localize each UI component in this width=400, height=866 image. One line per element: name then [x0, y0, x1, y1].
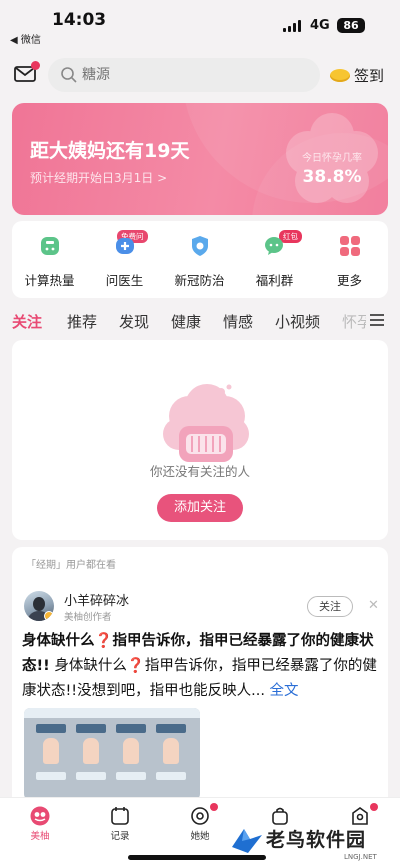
- shortcut-label: 计算热量: [24, 273, 75, 288]
- watermark-url: LNGJ.NET: [344, 853, 377, 861]
- network-type: 4G: [310, 18, 330, 33]
- signal-icon: [283, 20, 305, 32]
- tab-short-video[interactable]: 小视频: [275, 311, 320, 332]
- notification-dot: [370, 803, 378, 811]
- tab-home[interactable]: 美柚: [0, 798, 80, 866]
- verified-badge-icon: [44, 611, 54, 621]
- calendar-icon: [110, 806, 130, 826]
- shortcut-calorie[interactable]: 计算热量: [12, 221, 87, 298]
- feed-source-label: 「经期」用户都在看: [26, 560, 116, 571]
- author-name[interactable]: 小羊碎碎冰: [64, 590, 129, 609]
- add-follow-button[interactable]: 添加关注: [157, 494, 243, 522]
- pregnancy-chance-label: 今日怀孕几率: [302, 153, 362, 164]
- tab-recommend[interactable]: 推荐: [67, 311, 97, 332]
- pregnancy-chance-value: 38.8%: [302, 167, 362, 187]
- status-time: 14:03: [52, 10, 107, 30]
- tab-discover[interactable]: 发现: [119, 311, 149, 332]
- grid-icon: [339, 235, 361, 257]
- top-bar: 签到: [0, 54, 400, 96]
- back-to-app-link[interactable]: ◀ 微信: [10, 31, 41, 46]
- doctor-icon: [114, 235, 136, 257]
- image-header: [24, 708, 200, 718]
- shortcut-more[interactable]: 更多: [312, 221, 387, 298]
- shield-icon: [189, 235, 211, 257]
- tab-emotion[interactable]: 情感: [223, 311, 253, 332]
- empty-following-card: 你还没有关注的人 添加关注: [12, 340, 388, 540]
- tab-label: 她她: [190, 831, 210, 842]
- nail-panel: [36, 724, 66, 794]
- follow-button[interactable]: 关注: [307, 596, 353, 617]
- chat-icon: [264, 235, 286, 257]
- tab-pregnancy[interactable]: 怀孕: [342, 311, 366, 332]
- site-watermark: 老鸟软件园 LNGJ.NET: [230, 823, 400, 866]
- tab-label: 美柚: [30, 831, 50, 842]
- nail-panel: [116, 724, 146, 794]
- battery-level: 86: [337, 18, 365, 33]
- community-icon: [190, 806, 210, 826]
- shortcut-doctor[interactable]: 免费问 问医生: [87, 221, 162, 298]
- empty-message: 你还没有关注的人: [149, 464, 250, 479]
- read-full-link[interactable]: 全文: [265, 683, 299, 699]
- article-text[interactable]: 身体缺什么❓指甲告诉你，指甲已经暴露了你的健康状态!! 身体缺什么❓指甲告诉你，…: [22, 629, 380, 704]
- nail-panel: [76, 724, 106, 794]
- watermark-text: 老鸟软件园: [266, 829, 367, 851]
- feed-tabs: 关注 推荐 发现 健康 情感 小视频 怀孕: [0, 306, 400, 336]
- shortcut-label: 更多: [336, 273, 362, 288]
- search-box[interactable]: [48, 58, 320, 92]
- article-image[interactable]: [24, 708, 200, 797]
- status-bar: 14:03 ◀ 微信 4G 86: [0, 0, 400, 46]
- notification-dot: [210, 803, 218, 811]
- tab-health[interactable]: 健康: [171, 311, 201, 332]
- shortcut-welfare-group[interactable]: 红包 福利群: [237, 221, 312, 298]
- shortcut-row: 计算热量 免费问 问医生 新冠防治 红包 福利群 更多: [12, 221, 388, 298]
- tab-label: 记录: [110, 831, 130, 842]
- meiyou-logo-icon: [30, 806, 50, 826]
- pregnancy-chance-badge[interactable]: 今日怀孕几率 38.8%: [285, 113, 379, 207]
- tab-follow[interactable]: 关注: [12, 311, 42, 332]
- calculator-icon: [39, 235, 61, 257]
- shortcut-covid[interactable]: 新冠防治: [162, 221, 237, 298]
- search-icon: [60, 66, 78, 84]
- unread-dot: [31, 61, 40, 70]
- shortcut-label: 新冠防治: [174, 273, 225, 288]
- shortcut-label: 问医生: [105, 273, 144, 288]
- nail-panel: [156, 724, 186, 794]
- period-countdown-card[interactable]: 距大姨妈还有19天 预计经期开始日3月1日 > 今日怀孕几率 38.8%: [12, 103, 388, 215]
- article-body: 身体缺什么❓指甲告诉你，指甲已经暴露了你的健康状态!!没想到吧，指甲也能反映人.…: [22, 658, 377, 699]
- countdown-title: 距大姨妈还有19天: [30, 140, 190, 162]
- empty-box-illustration-icon: [159, 382, 253, 468]
- feed-card[interactable]: 「经期」用户都在看 小羊碎碎冰 美柚创作者 关注 ✕ 身体缺什么❓指甲告诉你，指…: [12, 547, 388, 797]
- avatar[interactable]: [24, 591, 54, 621]
- shortcut-label: 福利群: [255, 273, 294, 288]
- tab-menu-icon[interactable]: [370, 313, 384, 327]
- next-period-date[interactable]: 预计经期开始日3月1日 >: [30, 169, 167, 186]
- mail-icon[interactable]: [14, 61, 40, 82]
- coin-icon: [330, 68, 350, 82]
- signin-label: 签到: [354, 66, 385, 85]
- dismiss-icon[interactable]: ✕: [368, 598, 379, 613]
- search-input[interactable]: [82, 64, 302, 86]
- signin-button[interactable]: 签到: [330, 62, 384, 88]
- author-role: 美柚创作者: [64, 612, 112, 623]
- bird-logo-icon: [232, 829, 262, 853]
